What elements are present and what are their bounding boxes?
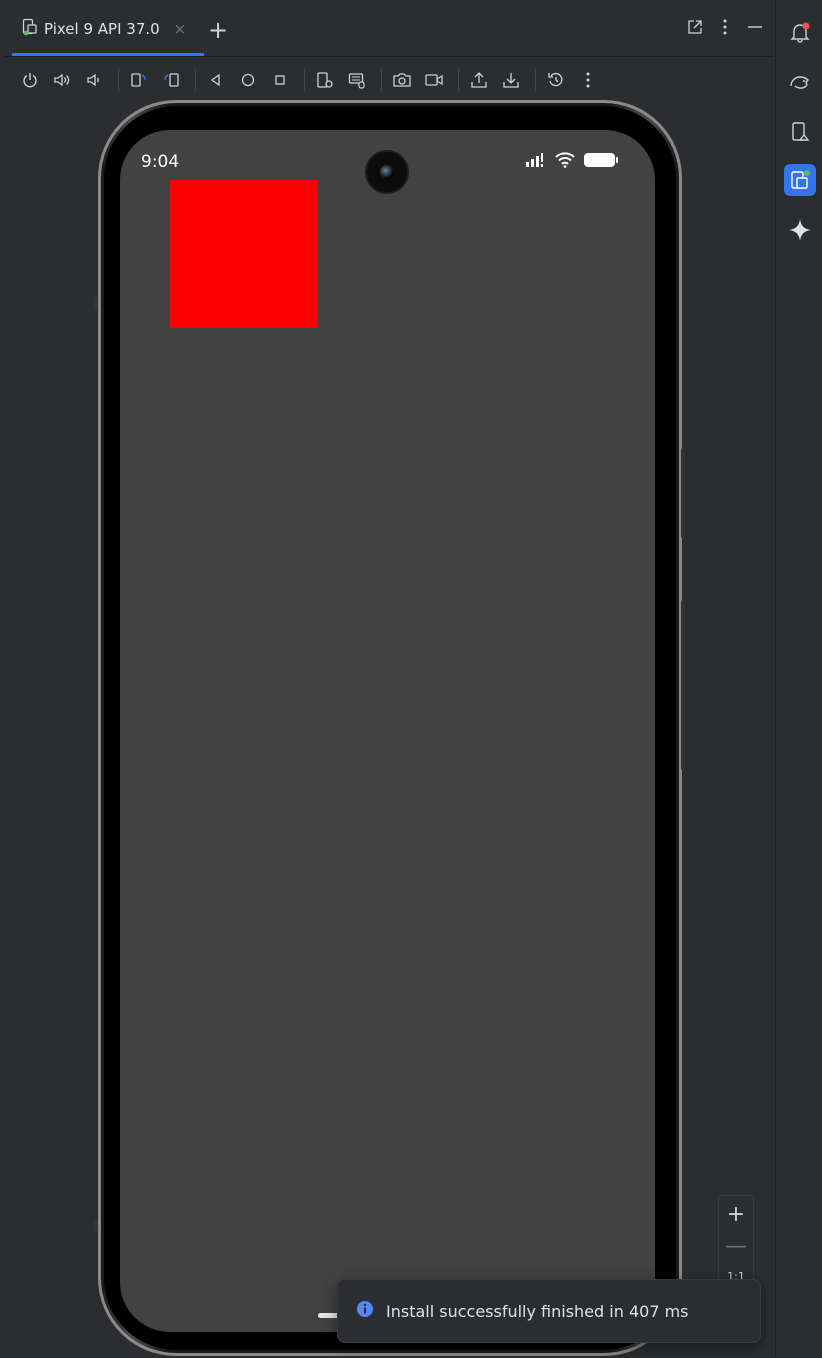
toolbar-separator [458,69,459,91]
volume-side-button[interactable] [681,600,685,770]
gemini-icon[interactable] [784,66,816,98]
install-notification[interactable]: Install successfully finished in 407 ms [337,1279,761,1343]
power-icon[interactable] [16,66,44,94]
kebab-menu-icon[interactable] [722,18,728,40]
back-icon[interactable] [202,66,230,94]
screen-record-icon[interactable] [420,66,448,94]
push-file-icon[interactable] [465,66,493,94]
tab-pixel-9[interactable]: Pixel 9 API 37.0 × [12,4,204,56]
more-options-icon[interactable] [574,66,602,94]
screenshot-icon[interactable] [388,66,416,94]
right-tool-strip [775,0,822,1358]
rotate-right-icon[interactable] [157,66,185,94]
battery-icon [583,152,619,172]
volume-up-icon[interactable] [48,66,76,94]
volume-down-icon[interactable] [80,66,108,94]
toolbar-separator [535,69,536,91]
android-studio-running-devices: Pixel 9 API 37.0 × + 9:04 + — 1:1 Instal… [0,0,822,1358]
status-time: 9:04 [141,152,180,172]
add-tab-button[interactable]: + [208,18,228,42]
device-settings-icon[interactable] [311,66,339,94]
detach-window-icon[interactable] [686,18,704,40]
front-camera [367,152,407,192]
minimize-icon[interactable] [746,18,764,40]
app-red-square [170,180,318,328]
zoom-out-button[interactable]: — [719,1234,753,1259]
close-tab-icon[interactable]: × [174,20,187,38]
device-toolbar [4,58,774,102]
device-manager-icon[interactable] [784,116,816,148]
device-side-button [94,1220,98,1234]
home-icon[interactable] [234,66,262,94]
device-side-button [94,296,98,310]
device-screen[interactable]: 9:04 [120,130,655,1332]
rotate-left-icon[interactable] [125,66,153,94]
running-devices-icon[interactable] [784,164,816,196]
notifications-icon[interactable] [784,16,816,48]
status-icons [525,152,619,172]
toolbar-separator [304,69,305,91]
cell-signal-icon [525,152,547,172]
overview-icon[interactable] [266,66,294,94]
tab-label: Pixel 9 API 37.0 [44,19,160,38]
keyboard-icon[interactable] [343,66,371,94]
power-side-button[interactable] [681,448,685,538]
ai-sparkle-icon[interactable] [784,214,816,246]
wifi-icon [555,152,575,172]
zoom-in-button[interactable]: + [719,1202,753,1227]
toolbar-separator [381,69,382,91]
toolbar-separator [118,69,119,91]
pull-file-icon[interactable] [497,66,525,94]
info-icon [356,1300,374,1322]
snapshot-icon[interactable] [542,66,570,94]
device-mirror-icon [22,18,38,40]
notification-message: Install successfully finished in 407 ms [386,1301,689,1321]
tab-bar: Pixel 9 API 37.0 × + [4,4,774,57]
toolbar-separator [195,69,196,91]
